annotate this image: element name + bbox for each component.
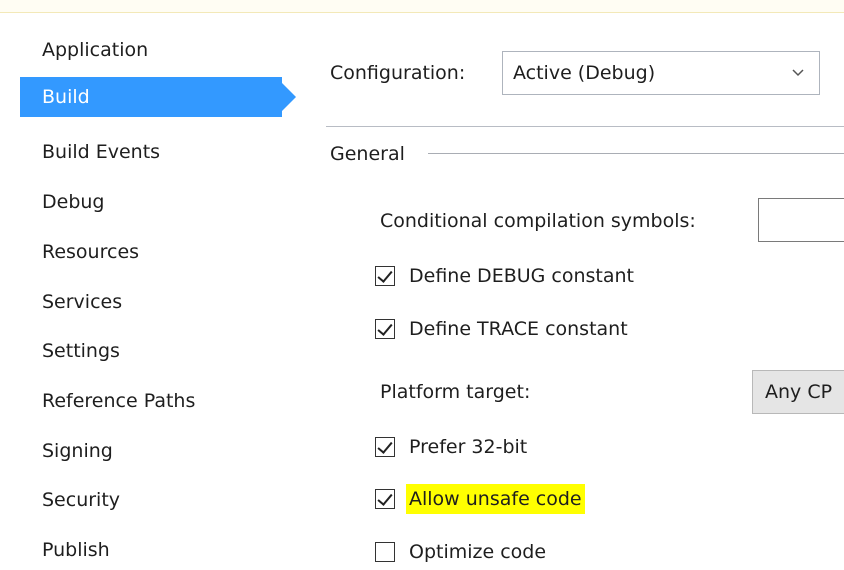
prefer-32bit-checkbox[interactable] xyxy=(375,437,395,457)
divider xyxy=(326,126,844,127)
allow-unsafe-label: Allow unsafe code xyxy=(406,484,585,514)
sidebar-item-build[interactable]: Build xyxy=(20,77,296,117)
sidebar-item-application[interactable]: Application xyxy=(20,30,282,70)
sidebar-item-publish[interactable]: Publish xyxy=(20,530,282,570)
allow-unsafe-checkbox[interactable] xyxy=(375,489,395,509)
sidebar-item-debug[interactable]: Debug xyxy=(20,182,282,222)
sidebar-item-signing[interactable]: Signing xyxy=(20,431,282,471)
top-border xyxy=(0,0,844,13)
sidebar-item-build-events[interactable]: Build Events xyxy=(20,132,282,172)
configuration-value: Active (Debug) xyxy=(513,62,656,84)
allow-unsafe-row[interactable]: Allow unsafe code xyxy=(375,484,585,514)
define-debug-label: Define DEBUG constant xyxy=(409,265,634,287)
prefer-32bit-row[interactable]: Prefer 32-bit xyxy=(375,432,530,462)
define-trace-checkbox[interactable] xyxy=(375,319,395,339)
general-group-rule xyxy=(428,153,844,154)
sidebar-item-security[interactable]: Security xyxy=(20,480,282,520)
optimize-row[interactable]: Optimize code xyxy=(375,537,549,567)
define-debug-checkbox[interactable] xyxy=(375,266,395,286)
configuration-label: Configuration: xyxy=(330,62,466,84)
optimize-label: Optimize code xyxy=(409,541,547,563)
optimize-checkbox[interactable] xyxy=(375,542,395,562)
define-trace-row[interactable]: Define TRACE constant xyxy=(375,314,631,344)
sidebar-item-reference-paths[interactable]: Reference Paths xyxy=(20,381,282,421)
prefer-32bit-label: Prefer 32-bit xyxy=(409,436,528,458)
define-trace-label: Define TRACE constant xyxy=(409,318,628,340)
platform-target-label: Platform target: xyxy=(380,381,531,403)
platform-target-dropdown[interactable]: Any CP xyxy=(752,370,844,414)
chevron-down-icon xyxy=(791,52,805,111)
conditional-symbols-input[interactable] xyxy=(758,198,844,242)
sidebar-item-services[interactable]: Services xyxy=(20,282,282,322)
define-debug-row[interactable]: Define DEBUG constant xyxy=(375,261,637,291)
conditional-symbols-label: Conditional compilation symbols: xyxy=(380,210,696,232)
general-heading: General xyxy=(330,143,405,165)
sidebar-item-settings[interactable]: Settings xyxy=(20,331,282,371)
configuration-dropdown[interactable]: Active (Debug) xyxy=(502,51,820,95)
sidebar-item-resources[interactable]: Resources xyxy=(20,232,282,272)
